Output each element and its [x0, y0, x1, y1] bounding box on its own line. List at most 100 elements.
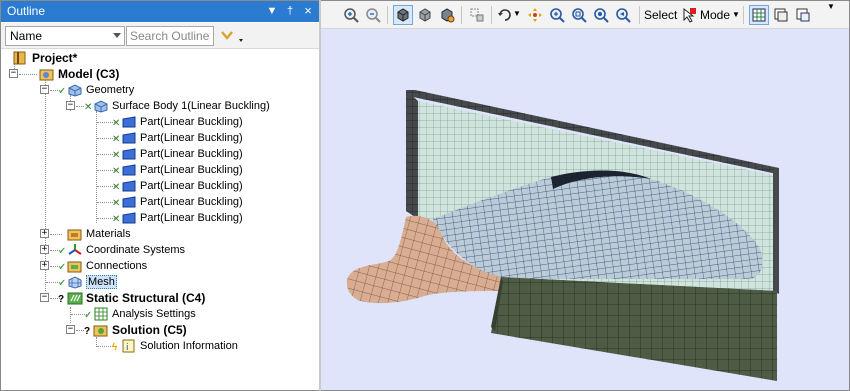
- cube-icon: [397, 8, 409, 22]
- surface-body-icon: ✕: [84, 99, 109, 113]
- question-icon: ?: [84, 326, 91, 337]
- tree-label-part: Part(Linear Buckling): [140, 132, 243, 144]
- zoom-in-button[interactable]: [341, 5, 361, 25]
- suppressed-x-icon: ✕: [112, 214, 121, 225]
- outline-title-bar: Outline ▼ † ×: [1, 1, 319, 22]
- tree-item-materials[interactable]: Materials: [67, 226, 131, 242]
- select-mode-pointer-button[interactable]: [681, 5, 697, 25]
- toolbar-overflow-icon[interactable]: ▼: [827, 2, 835, 11]
- graphics-viewport[interactable]: [321, 29, 849, 390]
- collapse-toggle[interactable]: −: [66, 325, 75, 334]
- select-mesh-button[interactable]: [749, 5, 769, 25]
- check-icon: ✓: [58, 246, 67, 257]
- solution-icon: ?: [84, 323, 109, 337]
- mode-dropdown[interactable]: Mode: [700, 8, 730, 22]
- tree-item-connections[interactable]: ✓ Connections: [58, 258, 147, 274]
- pointer-icon: [683, 7, 696, 23]
- mesh-model-view[interactable]: [321, 29, 849, 390]
- select-geometry-button[interactable]: [771, 5, 791, 25]
- collapse-toggle[interactable]: −: [40, 293, 49, 302]
- tree-item-project[interactable]: Project*: [13, 50, 77, 66]
- search-options-button[interactable]: [219, 27, 249, 45]
- check-icon: ✓: [58, 278, 67, 289]
- expand-toggle[interactable]: +: [40, 261, 49, 270]
- shaded-view-button[interactable]: [393, 5, 413, 25]
- zoom-previous-button[interactable]: [613, 5, 633, 25]
- outline-tree: Project* − Model (C3) − ✓ Geometry − ✕ S…: [1, 49, 319, 390]
- zoom-to-fit-button[interactable]: [569, 5, 589, 25]
- body-select-icon: [796, 8, 810, 22]
- tree-line: [50, 234, 62, 235]
- tree-item-model[interactable]: Model (C3): [39, 66, 119, 82]
- pin-icon[interactable]: †: [283, 3, 297, 19]
- tree-label-part: Part(Linear Buckling): [140, 180, 243, 192]
- collapse-toggle[interactable]: −: [40, 85, 49, 94]
- toolbar-separator: [639, 6, 640, 24]
- pan-icon: [528, 8, 542, 22]
- project-icon: [13, 51, 29, 65]
- tree-label-part: Part(Linear Buckling): [140, 148, 243, 160]
- tree-item-part[interactable]: ✕ Part(Linear Buckling): [112, 130, 243, 146]
- zoom-selection-icon: [594, 8, 609, 23]
- zoom-selection-button[interactable]: [591, 5, 611, 25]
- mesh-select-icon: [752, 8, 766, 22]
- tree-item-solution-information[interactable]: ϟ i Solution Information: [112, 338, 238, 354]
- tree-item-static-structural[interactable]: ? Static Structural (C4): [58, 290, 205, 306]
- tree-item-solution[interactable]: ? Solution (C5): [84, 322, 187, 338]
- toolbar-separator: [387, 6, 388, 24]
- close-icon[interactable]: ×: [301, 3, 315, 19]
- tree-item-coordinate-systems[interactable]: ✓ Coordinate Systems: [58, 242, 185, 258]
- select-button[interactable]: Select: [644, 8, 677, 22]
- pan-button[interactable]: [525, 5, 545, 25]
- panel-menu-icon[interactable]: ▼: [265, 3, 279, 19]
- expand-toggle[interactable]: +: [40, 229, 49, 238]
- zoom-out-icon: [366, 8, 381, 23]
- suppressed-x-icon: ✕: [112, 150, 121, 161]
- connections-icon: ✓: [58, 259, 83, 273]
- expand-toggle[interactable]: +: [40, 245, 49, 254]
- filter-type-select[interactable]: Name: [5, 26, 125, 46]
- tree-item-part[interactable]: ✕ Part(Linear Buckling): [112, 162, 243, 178]
- tree-label-solution-information: Solution Information: [140, 340, 238, 352]
- tree-item-part[interactable]: ✕ Part(Linear Buckling): [112, 210, 243, 226]
- tree-label-part: Part(Linear Buckling): [140, 164, 243, 176]
- select-body-button[interactable]: [793, 5, 813, 25]
- solution-information-icon: ϟ i: [112, 339, 137, 353]
- cube-edges-icon: [419, 8, 431, 22]
- tree-item-geometry[interactable]: ✓ Geometry: [58, 82, 134, 98]
- view-options-button[interactable]: [437, 5, 457, 25]
- chevron-down-icon[interactable]: ▼: [732, 10, 740, 19]
- tree-item-mesh[interactable]: ✓ Mesh: [58, 274, 117, 290]
- search-outline-input[interactable]: [126, 26, 214, 46]
- tree-label-mesh: Mesh: [86, 275, 117, 289]
- rotate-button[interactable]: [495, 5, 515, 25]
- part-icon: ✕: [112, 195, 137, 209]
- shaded-edges-button[interactable]: [415, 5, 435, 25]
- view-options-icon: [441, 8, 455, 23]
- tree-label-surface-body: Surface Body 1(Linear Buckling): [112, 100, 270, 112]
- toolbar-separator: [491, 6, 492, 24]
- zoom-out-button[interactable]: [363, 5, 383, 25]
- tree-item-analysis-settings[interactable]: ✓ Analysis Settings: [84, 306, 196, 322]
- suppressed-x-icon: ✕: [112, 198, 121, 209]
- tree-line: [70, 307, 71, 323]
- box-zoom-button[interactable]: [467, 5, 487, 25]
- tree-label-project: Project*: [32, 51, 78, 65]
- tree-item-part[interactable]: ✕ Part(Linear Buckling): [112, 178, 243, 194]
- tree-item-part[interactable]: ✕ Part(Linear Buckling): [112, 146, 243, 162]
- collapse-toggle[interactable]: −: [9, 69, 18, 78]
- tree-label-model: Model (C3): [58, 67, 120, 81]
- outline-filter-bar: Name: [1, 23, 319, 49]
- collapse-toggle[interactable]: −: [66, 101, 75, 110]
- tree-item-surface-body[interactable]: ✕ Surface Body 1(Linear Buckling): [84, 98, 270, 114]
- tree-item-part[interactable]: ✕ Part(Linear Buckling): [112, 114, 243, 130]
- zoom-button[interactable]: [547, 5, 567, 25]
- zoom-fit-icon: [572, 8, 587, 23]
- mesh-icon: ✓: [58, 275, 83, 289]
- chevron-down-icon[interactable]: ▼: [513, 9, 521, 18]
- tree-item-part[interactable]: ✕ Part(Linear Buckling): [112, 194, 243, 210]
- check-icon: ✓: [58, 86, 67, 97]
- tree-line: [76, 330, 84, 331]
- part-icon: ✕: [112, 147, 137, 161]
- toolbar-separator: [461, 6, 462, 24]
